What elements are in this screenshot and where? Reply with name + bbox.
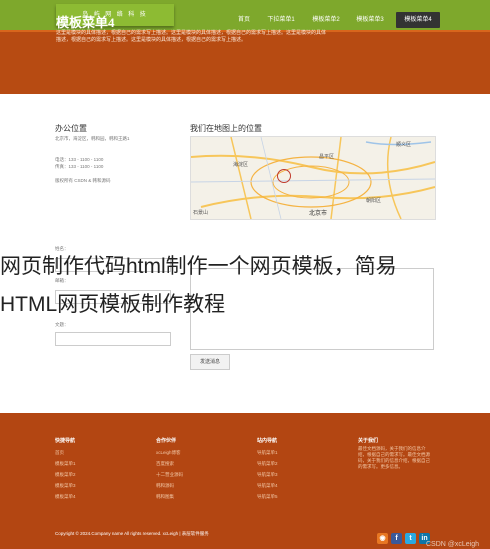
footer-link[interactable]: 韩和图集 [156,494,174,500]
footer-link[interactable]: 导航菜单4 [257,483,278,489]
page-description: 这里是模块的具体描述，根据自己的需求写上描述。这里是模块的具体描述，根据自己的需… [56,30,327,43]
nav-item-template-menu-3[interactable]: 模板菜单3 [350,12,390,28]
footer-link[interactable]: xcLeigh博客 [156,450,181,456]
footer-link[interactable]: 模板菜单3 [55,483,76,489]
map-label-shunyi: 顺义区 [396,142,412,148]
subject-field-label: 文题： [55,322,69,327]
nav-item-dropdown-menu-1[interactable]: 下拉菜单1 [262,12,300,28]
footer-quick-nav-title: 快捷导航 [55,438,76,444]
map-graphic [191,137,435,219]
subject-input[interactable] [55,332,171,346]
footer-site-nav-title: 站内导航 [257,438,278,444]
message-textarea[interactable] [190,268,434,350]
copyright-text: Copyright © 2024.Company name All rights… [55,531,209,536]
footer-link[interactable]: 模板菜单2 [55,472,76,478]
send-message-button[interactable]: 发送消息 [190,354,230,370]
office-fax: 传真：133 - 1100 - 1100 [55,164,104,169]
footer-link[interactable]: 导航菜单3 [257,472,278,478]
facebook-icon[interactable]: f [391,533,402,544]
footer-partners-title: 合作伙伴 [156,438,177,444]
office-support: 版权所有 CSDN & 韩和源码 [55,178,111,183]
page-title: 模板菜单4 [56,15,115,30]
map-label-haidian: 海淀区 [233,162,249,168]
nav-item-template-menu-4[interactable]: 模板菜单4 [396,12,440,28]
footer-link[interactable]: 模板菜单1 [55,461,76,467]
footer-link[interactable]: 首页 [55,450,64,456]
map-label-chaoyang: 朝阳区 [366,198,382,204]
location-map[interactable]: 海淀区 昌平区 北京市 朝阳区 石景山 顺义区 [190,136,436,220]
nav-item-template-menu-2[interactable]: 模板菜单2 [307,12,345,28]
footer-link[interactable]: 导航菜单5 [257,494,278,500]
csdn-watermark: CSDN @xcLeigh [426,541,480,548]
footer-link[interactable]: 韩和源码 [156,483,174,489]
map-title: 我们在地图上的位置 [190,124,262,133]
site-footer [0,413,490,549]
footer-link[interactable]: 模板菜单4 [55,494,76,500]
map-label-beijing: 北京市 [309,211,328,217]
footer-about-text: 最佳文档源码，关于我们的信息介绍，根据自己的需求写。最佳文档源码，关于我们的信息… [358,446,430,469]
nav-item-home[interactable]: 首页 [233,12,255,28]
footer-link[interactable]: 十二营业源码 [156,472,183,478]
twitter-icon[interactable]: t [405,533,416,544]
footer-link[interactable]: 导航菜单1 [257,450,278,456]
map-marker-icon[interactable] [277,169,291,183]
footer-about-title: 关于我们 [358,438,379,444]
map-label-shijingshan: 石景山 [193,210,209,216]
footer-link[interactable]: 百度搜索 [156,461,174,467]
rss-icon[interactable]: ◉ [377,533,388,544]
map-label-changping: 昌平区 [319,154,335,160]
office-location-title: 办公位置 [55,124,87,133]
overlay-title-line-1: 网页制作代码html制作一个网页模板，简易 [0,255,397,278]
footer-link[interactable]: 导航菜单2 [257,461,278,467]
office-address: 北京市，海淀区，韩和园，韩和王路1 [55,136,130,141]
office-phone: 电话：133 - 1100 - 1100 [55,157,104,162]
overlay-title-line-2: HTML网页模板制作教程 [0,293,226,316]
